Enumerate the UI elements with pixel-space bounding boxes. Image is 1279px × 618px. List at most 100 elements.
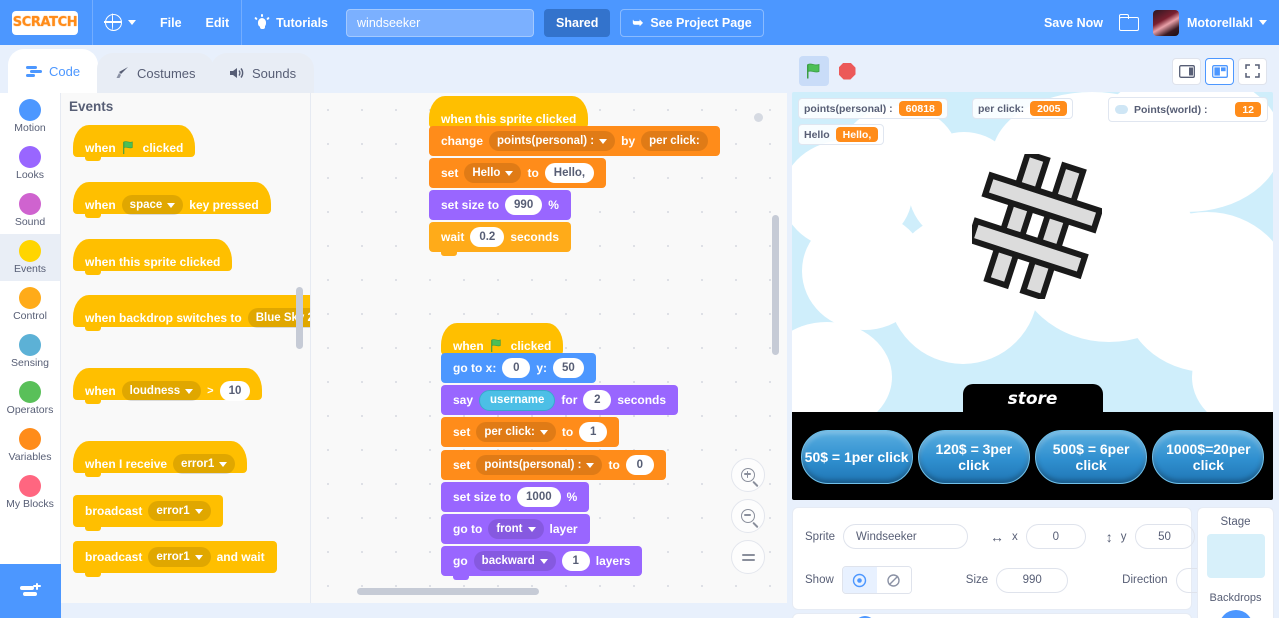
script2-perclick-dropdown[interactable]: per click: [476,422,556,442]
category-motion[interactable]: Motion [0,93,60,140]
script1-change-variable[interactable]: change points(personal) : by per click: [429,126,720,156]
broadcast-wait-dropdown[interactable]: error1 [148,547,211,567]
category-myblocks[interactable]: My Blocks [0,469,60,516]
see-project-page-button[interactable]: ➥ See Project Page [620,8,764,37]
sprite-windseeker[interactable] [972,154,1102,299]
script2-say-seconds-input[interactable]: 2 [583,390,612,410]
script2-hat-when-flag-clicked[interactable]: when clicked [441,323,564,355]
palette-block-broadcast-and-wait[interactable]: broadcast error1 and wait [73,541,277,577]
shop-button-120[interactable]: 120$ = 3per click [917,430,1030,484]
script2-goto-y-input[interactable]: 50 [553,358,584,378]
script2-points-dropdown[interactable]: points(personal) : [476,455,603,475]
script1-set-size[interactable]: set size to 990 % [429,190,571,220]
tab-code[interactable]: Code [8,49,99,93]
script2-set-points[interactable]: set points(personal) : to 0 [441,450,666,480]
chevron-down-icon-account[interactable] [1259,20,1267,25]
palette-block-when-i-receive[interactable]: when I receive error1 [73,441,248,477]
script2-goto-xy[interactable]: go to x: 0 y: 50 [441,353,596,383]
edit-menu[interactable]: Edit [194,0,242,45]
category-events[interactable]: Events [0,234,60,281]
palette-block-when-flag-clicked[interactable]: when clicked [73,125,196,161]
sprite-name-input[interactable]: Windseeker [843,524,969,549]
palette-block-when-backdrop-switches[interactable]: when backdrop switches to Blue Sky 2 [73,295,310,331]
add-extension-button[interactable] [0,564,61,618]
script1-hat-when-sprite-clicked[interactable]: when this sprite clicked [429,96,589,128]
script1-wait[interactable]: wait 0.2 seconds [429,222,572,256]
size-input[interactable]: 990 [996,567,1069,593]
script2-say-username-reporter[interactable]: username [479,389,556,411]
small-stage-button[interactable] [1172,57,1201,85]
shop-button-50[interactable]: 50$ = 1per click [800,430,913,484]
script2-go-layers[interactable]: go backward 1 layers [441,546,643,580]
show-visible-button[interactable] [842,567,877,593]
script2-go-layers-input[interactable]: 1 [561,551,590,571]
account-menu-label[interactable]: Motorellakl [1187,16,1253,30]
script2-points-input[interactable]: 0 [625,455,654,475]
shop-button-1000[interactable]: 1000$=20per click [1152,430,1265,484]
code-workspace[interactable]: when this sprite clicked change points(p… [311,93,787,603]
key-dropdown[interactable]: space [121,195,184,215]
script2-say[interactable]: say username for 2 seconds [441,385,679,415]
palette-scrollbar[interactable] [296,287,303,349]
script2-goto-layer[interactable]: go to front layer [441,514,590,544]
folder-icon[interactable] [1119,14,1139,31]
tutorials-button[interactable]: Tutorials [242,0,340,45]
loudness-threshold-input[interactable]: 10 [219,381,251,401]
x-input[interactable]: 0 [1025,524,1086,549]
monitor-points-personal[interactable]: points(personal) : 60818 [798,98,948,119]
save-now-button[interactable]: Save Now [1034,16,1113,30]
category-sensing[interactable]: Sensing [0,328,60,375]
workspace-horizontal-scrollbar[interactable] [357,588,539,595]
palette-block-when-sprite-clicked[interactable]: when this sprite clicked [73,239,233,275]
shop-button-500[interactable]: 500$ = 6per click [1035,430,1148,484]
zoom-in-button[interactable] [731,458,765,492]
category-variables[interactable]: Variables [0,422,60,469]
monitor-hello[interactable]: Hello Hello, [798,124,885,145]
script2-set-size[interactable]: set size to 1000 % [441,482,590,512]
tab-sounds[interactable]: Sounds [211,53,315,93]
script1-set-size-input[interactable]: 990 [505,195,543,215]
add-backdrop-button[interactable] [1218,610,1253,618]
script1-change-variable-dropdown[interactable]: points(personal) : [489,131,616,151]
project-title-input[interactable]: windseeker [346,8,535,37]
large-stage-button[interactable] [1205,57,1234,85]
monitor-per-click[interactable]: per click: 2005 [972,98,1074,119]
show-hidden-button[interactable] [876,567,911,593]
workspace-menu-dot[interactable] [754,113,763,122]
y-input[interactable]: 50 [1134,524,1195,549]
category-looks[interactable]: Looks [0,140,60,187]
shared-button[interactable]: Shared [544,8,611,37]
zoom-out-button[interactable] [731,499,765,533]
monitor-points-world[interactable]: Points(world) : 12 [1108,97,1268,122]
stage-selector-panel[interactable]: Stage Backdrops [1197,507,1274,618]
green-flag-button[interactable] [799,56,829,86]
script2-perclick-input[interactable]: 1 [579,422,608,442]
workspace-vertical-scrollbar[interactable] [772,215,779,355]
stage[interactable]: points(personal) : 60818 per click: 2005… [792,92,1273,500]
script1-set-variable-dropdown[interactable]: Hello [464,163,522,183]
fullscreen-button[interactable] [1238,57,1267,85]
avatar[interactable] [1153,9,1179,36]
script2-set-perclick[interactable]: set per click: to 1 [441,417,620,447]
script1-set-value-input[interactable]: Hello, [544,163,595,183]
palette-block-broadcast[interactable]: broadcast error1 [73,495,223,531]
category-operators[interactable]: Operators [0,375,60,422]
palette-block-when-key-pressed[interactable]: when space key pressed [73,182,271,218]
scratch-logo[interactable]: SCRATCH [12,10,78,35]
language-menu[interactable] [93,0,148,45]
script1-wait-input[interactable]: 0.2 [470,227,505,247]
broadcast-dropdown[interactable]: error1 [148,501,211,521]
script2-direction-dropdown[interactable]: backward [473,551,556,571]
script2-goto-x-input[interactable]: 0 [502,358,531,378]
tab-costumes[interactable]: Costumes [97,53,214,93]
script2-layer-dropdown[interactable]: front [488,519,544,539]
category-control[interactable]: Control [0,281,60,328]
block-palette[interactable]: Events when clicked when space key press… [61,93,311,603]
script1-change-amount[interactable]: per click: [641,131,708,151]
script2-set-size-input[interactable]: 1000 [517,487,561,507]
script1-set-hello[interactable]: set Hello to Hello, [429,158,607,188]
palette-block-when-loudness[interactable]: when loudness > 10 [73,368,263,404]
stage-thumbnail[interactable] [1206,534,1265,578]
category-sound[interactable]: Sound [0,187,60,234]
stop-button[interactable] [832,56,862,86]
